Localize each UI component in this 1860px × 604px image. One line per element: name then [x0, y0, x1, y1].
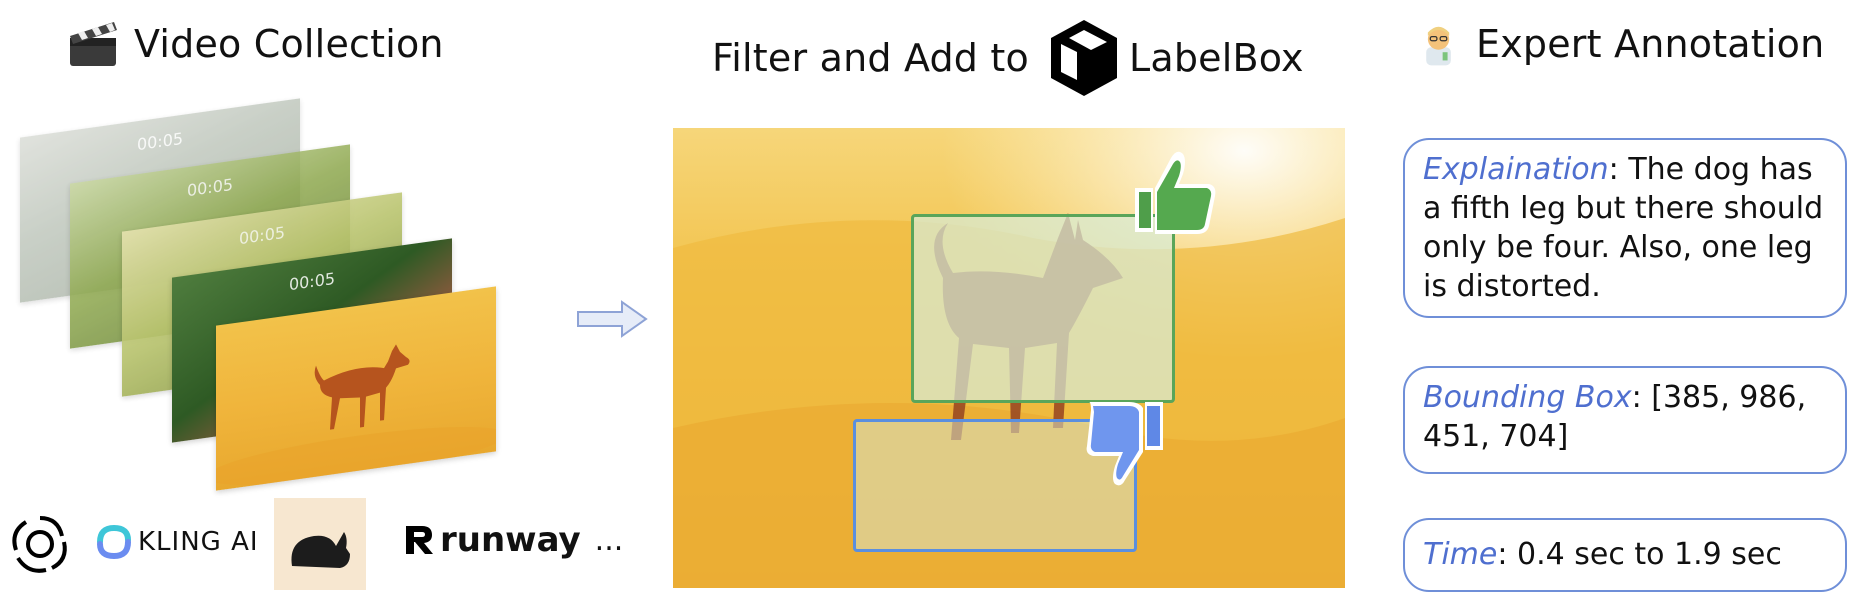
- runway-label: runway: [440, 520, 581, 560]
- pika-rabbit-icon: [291, 532, 350, 568]
- labelbox-logo-icon: [1050, 20, 1117, 96]
- runway-r-icon: [406, 526, 433, 554]
- arrow-right-icon: [577, 300, 648, 338]
- kling-ai-label: KLING AI: [138, 527, 259, 557]
- video-collection-title: Video Collection: [134, 22, 444, 66]
- frame-timestamp: 00:05: [238, 222, 286, 249]
- filter-title: Filter and Add to: [712, 36, 1029, 80]
- frame-timestamp: 00:05: [288, 268, 336, 295]
- pika-logo: [274, 498, 366, 590]
- openai-logo-icon: [12, 516, 67, 573]
- main-video-frame: [673, 128, 1345, 588]
- expert-annotation-heading: Expert Annotation: [1418, 18, 1824, 70]
- expert-annotation-title: Expert Annotation: [1476, 22, 1825, 66]
- kling-swirl-icon: [97, 524, 131, 560]
- good-bounding-box: [911, 214, 1175, 403]
- bounding-box-bubble: Bounding Box: [385, 986, 451, 704]: [1403, 366, 1847, 474]
- bounding-box-key: Bounding Box: [1423, 380, 1632, 415]
- time-key: Time: [1423, 537, 1498, 572]
- explanation-bubble: Explaination: The dog has a fifth leg bu…: [1403, 138, 1847, 318]
- clapperboard-icon: [70, 22, 117, 66]
- video-collection-heading: Video Collection: [66, 18, 444, 70]
- filter-heading: Filter and Add to LabelBox: [712, 18, 1304, 98]
- kling-ai-logo: KLING AI: [96, 524, 259, 560]
- time-bubble: Time: 0.4 sec to 1.9 sec: [1403, 518, 1847, 592]
- frame-timestamp: 00:05: [136, 128, 184, 155]
- time-text: : 0.4 sec to 1.9 sec: [1497, 537, 1782, 572]
- labelbox-title: LabelBox: [1128, 36, 1304, 80]
- more-sources-ellipsis: ...: [594, 522, 624, 558]
- thumbs-down-icon: [1086, 402, 1163, 486]
- frame-timestamp: 00:05: [186, 174, 234, 201]
- scientist-emoji-icon: [1426, 26, 1451, 66]
- explanation-key: Explaination: [1423, 152, 1609, 187]
- runway-logo: runway ...: [402, 520, 623, 560]
- thumbs-up-icon: [1135, 151, 1216, 234]
